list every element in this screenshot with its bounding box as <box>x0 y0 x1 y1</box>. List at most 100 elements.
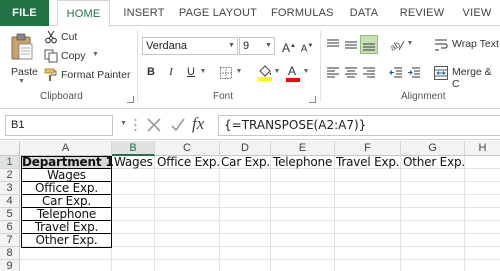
gridline <box>219 156 220 271</box>
align-right-icon[interactable] <box>362 66 376 80</box>
format-painter-button[interactable]: Format Painter <box>42 67 134 84</box>
paste-dropdown-arrow[interactable]: ▼ <box>18 78 25 85</box>
tab-insert[interactable]: INSERT <box>121 0 167 26</box>
column-header-g[interactable]: G <box>401 141 465 156</box>
cut-button[interactable]: Cut <box>42 29 122 46</box>
italic-button[interactable]: I <box>162 63 180 81</box>
copy-dropdown-arrow[interactable]: ▼ <box>92 51 99 58</box>
column-header-h[interactable]: H <box>465 141 500 156</box>
tab-review[interactable]: REVIEW <box>398 0 446 26</box>
name-box-dropdown-arrow[interactable]: ▼ <box>120 120 127 127</box>
row-header-9[interactable]: 9 <box>0 260 20 271</box>
row-header-7[interactable]: 7 <box>0 234 20 247</box>
font-color-button[interactable]: A <box>285 63 301 82</box>
paste-label: Paste <box>11 66 38 78</box>
align-center-icon[interactable] <box>344 66 358 80</box>
clipboard-group-label: Clipboard <box>40 91 83 102</box>
cell-g1[interactable]: Other Exp. <box>403 156 465 169</box>
font-color-letter: A <box>288 64 297 78</box>
cancel-icon[interactable] <box>146 117 162 133</box>
name-box[interactable]: B1 <box>5 115 113 136</box>
formula-bar: B1 ▼ fx {=TRANSPOSE(A2:A7)} <box>0 110 500 140</box>
align-top-icon[interactable] <box>326 38 340 52</box>
gridline <box>334 156 335 271</box>
increase-font-size-button[interactable]: A▲ <box>280 37 298 55</box>
column-header-e[interactable]: E <box>271 141 335 156</box>
row-header-1[interactable]: 1 <box>0 156 20 169</box>
tab-formulas[interactable]: FORMULAS <box>271 0 334 26</box>
align-left-icon[interactable] <box>326 66 340 80</box>
increase-indent-icon[interactable] <box>407 66 421 80</box>
column-header-f[interactable]: F <box>335 141 401 156</box>
underline-dropdown-arrow[interactable]: ▼ <box>198 63 208 81</box>
font-size-dropdown-arrow[interactable]: ▼ <box>263 38 274 54</box>
column-header-b[interactable]: B <box>112 141 155 156</box>
wrap-text-button[interactable]: Wrap Text <box>432 36 500 54</box>
decrease-indent-icon[interactable] <box>389 66 403 80</box>
tab-view[interactable]: VIEW <box>460 0 494 26</box>
row-header-8[interactable]: 8 <box>0 247 20 260</box>
orientation-icon[interactable]: ab <box>389 38 405 52</box>
tab-page-layout[interactable]: PAGE LAYOUT <box>178 0 258 26</box>
cell-f1[interactable]: Travel Exp. <box>336 156 400 169</box>
scissors-icon <box>45 30 57 44</box>
paste-button[interactable]: Paste ▼ <box>4 30 38 88</box>
column-header-c[interactable]: C <box>155 141 220 156</box>
cell-d1[interactable]: Car Exp. <box>221 156 270 169</box>
fill-color-icon[interactable] <box>257 64 273 81</box>
align-middle-icon[interactable] <box>344 38 358 52</box>
borders-dropdown-arrow[interactable]: ▼ <box>234 63 244 81</box>
row-header-6[interactable]: 6 <box>0 221 20 234</box>
column-header-a[interactable]: A <box>20 141 112 156</box>
merge-center-button[interactable]: Merge & C <box>432 64 500 90</box>
cell-e1[interactable]: Telephone <box>273 156 332 169</box>
tab-home[interactable]: HOME <box>57 0 110 27</box>
row-header-5[interactable]: 5 <box>0 208 20 221</box>
paste-icon <box>11 33 33 60</box>
gridline <box>270 156 271 271</box>
group-divider <box>137 30 138 102</box>
decrease-font-size-button[interactable]: A▼ <box>298 37 316 55</box>
font-color-dropdown-arrow[interactable]: ▼ <box>301 63 311 81</box>
tab-data[interactable]: DATA <box>346 0 382 26</box>
align-bottom-icon <box>363 43 375 51</box>
gridline <box>20 259 500 260</box>
row-header-4[interactable]: 4 <box>0 195 20 208</box>
tab-file[interactable]: FILE <box>0 0 49 26</box>
enter-checkmark-icon[interactable] <box>170 117 186 133</box>
group-divider <box>320 30 321 102</box>
wrap-text-label: Wrap Text <box>452 38 499 50</box>
ribbon-home: Paste ▼ Cut Copy ▼ Format Painter Clipbo… <box>0 26 500 109</box>
font-dialog-launcher[interactable] <box>309 96 316 103</box>
copy-button[interactable]: Copy ▼ <box>42 48 122 65</box>
align-bottom-button[interactable] <box>360 35 378 54</box>
font-size-value: 9 <box>243 40 250 52</box>
row-header-2[interactable]: 2 <box>0 169 20 182</box>
insert-function-button[interactable]: fx <box>192 114 204 134</box>
fill-color-swatch <box>258 77 272 81</box>
cell-c1[interactable]: Office Exp. <box>157 156 220 169</box>
font-name-combo[interactable]: Verdana ▼ <box>142 37 238 55</box>
borders-icon[interactable] <box>220 67 232 79</box>
clipboard-dialog-launcher[interactable] <box>127 96 134 103</box>
paintbrush-icon <box>44 68 57 81</box>
bold-button[interactable]: B <box>142 63 160 81</box>
merge-center-label: Merge & C <box>452 66 492 90</box>
font-name-dropdown-arrow[interactable]: ▼ <box>226 38 237 54</box>
fill-color-dropdown-arrow[interactable]: ▼ <box>272 63 282 81</box>
cut-label: Cut <box>61 31 78 43</box>
orientation-dropdown-arrow[interactable]: ▼ <box>405 35 415 53</box>
wrap-text-icon <box>435 39 448 51</box>
row-header-3[interactable]: 3 <box>0 182 20 195</box>
formula-input[interactable]: {=TRANSPOSE(A2:A7)} <box>218 115 500 136</box>
select-all-corner[interactable] <box>0 141 20 156</box>
cell-a7[interactable]: Other Exp. <box>22 234 111 247</box>
column-header-d[interactable]: D <box>220 141 271 156</box>
formula-bar-grip-icon <box>134 119 137 131</box>
svg-text:ab: ab <box>389 39 402 52</box>
gridline <box>154 156 155 271</box>
ribbon-tab-bar: FILE HOME INSERT PAGE LAYOUT FORMULAS DA… <box>0 0 500 27</box>
cell-b1[interactable]: Wages <box>114 156 153 169</box>
font-size-combo[interactable]: 9 ▼ <box>239 37 275 55</box>
format-painter-label: Format Painter <box>61 69 131 81</box>
